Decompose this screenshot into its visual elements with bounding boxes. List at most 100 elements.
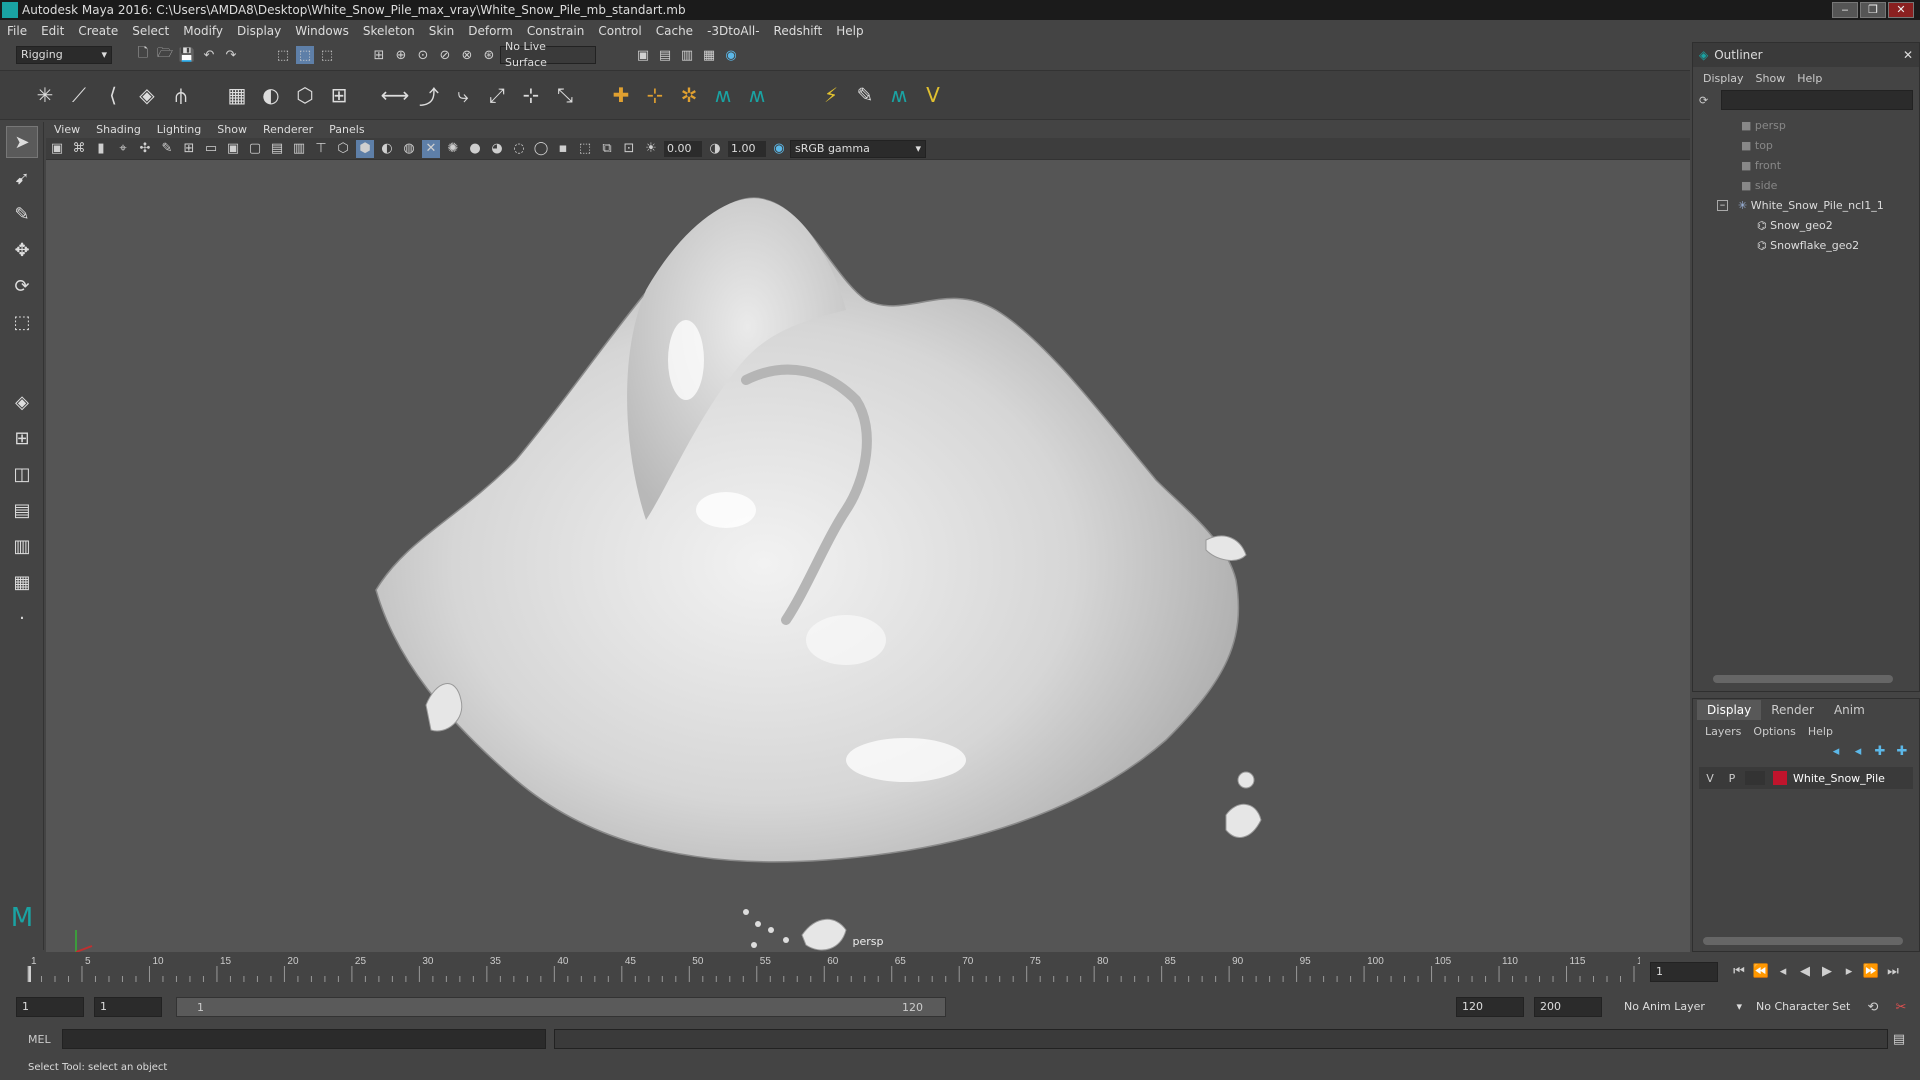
outliner-item-snowflake-geo[interactable]: ⌬ Snowflake_geo2	[1701, 235, 1911, 255]
scale-constraint-icon[interactable]: ⤢	[483, 81, 511, 109]
play-backwards-icon[interactable]: ◀	[1796, 962, 1814, 980]
outliner-item-snow-geo[interactable]: ⌬ Snow_geo2	[1701, 215, 1911, 235]
view-transform-dropdown[interactable]: sRGB gamma ▾	[790, 139, 926, 158]
menu-modify[interactable]: Modify	[176, 24, 230, 38]
snowflake-chunk[interactable]	[1237, 771, 1255, 789]
render-frame-icon[interactable]: ▤	[656, 46, 674, 64]
undo-icon[interactable]: ↶	[200, 46, 218, 64]
exposure-icon[interactable]: ☀	[642, 140, 660, 158]
anim-layer-dropdown[interactable]: No Anim Layer ▾	[1620, 998, 1746, 1016]
maya-script-icon-3[interactable]: ʍ	[885, 81, 913, 109]
tab-display[interactable]: Display	[1697, 700, 1762, 720]
maya-script-icon-2[interactable]: ʍ	[743, 81, 771, 109]
menu-3dtoall[interactable]: -3DtoAll-	[700, 24, 766, 38]
snow-pile-model[interactable]	[46, 160, 1690, 952]
open-scene-icon[interactable]: 🗁	[156, 46, 174, 64]
step-forward-key-icon[interactable]: ⏩	[1862, 962, 1880, 980]
layer-visibility-toggle[interactable]: V	[1699, 772, 1721, 785]
time-ruler[interactable]: 1 5 10 15 20 25 30 35 40 45 50 55 60 65 70 75 80 85 90 95 10…	[0, 952, 1640, 988]
snowflake-chunk[interactable]	[1225, 803, 1262, 838]
insert-joint-icon[interactable]: ◈	[133, 81, 161, 109]
outliner-item-top[interactable]: ■ top	[1701, 135, 1911, 155]
command-input[interactable]	[62, 1029, 546, 1049]
play-forwards-icon[interactable]: ▶	[1818, 962, 1836, 980]
wireframe-icon[interactable]: ⬡	[334, 140, 352, 158]
safe-title-icon[interactable]: ⊤	[312, 140, 330, 158]
new-layer-selected-icon[interactable]: ✚	[1893, 742, 1911, 760]
layer-menu-layers[interactable]: Layers	[1699, 725, 1747, 738]
character-set-dropdown[interactable]: No Character Set	[1752, 998, 1870, 1016]
v-script-icon[interactable]: V	[919, 81, 947, 109]
menu-constrain[interactable]: Constrain	[520, 24, 592, 38]
smooth-shade-icon[interactable]: ⬢	[356, 139, 374, 158]
menu-help[interactable]: Help	[829, 24, 870, 38]
close-icon[interactable]: ✕	[1903, 48, 1913, 62]
step-back-frame-icon[interactable]: ◂	[1774, 962, 1792, 980]
menu-skeleton[interactable]: Skeleton	[356, 24, 422, 38]
outliner-menu-show[interactable]: Show	[1750, 72, 1792, 85]
ik-spline-icon[interactable]: ⟨	[99, 81, 127, 109]
animation-start-field[interactable]: 1	[16, 997, 84, 1017]
tab-render[interactable]: Render	[1761, 700, 1824, 720]
ik-handle-icon[interactable]: ⟋	[65, 81, 93, 109]
layout-single-icon[interactable]: ◈	[6, 386, 38, 418]
menu-cache[interactable]: Cache	[649, 24, 700, 38]
outliner-search-input[interactable]	[1721, 90, 1913, 110]
layer-scrollbar[interactable]	[1703, 937, 1903, 945]
layout-more-icon[interactable]: ·	[6, 602, 38, 634]
select-hierarchy-icon[interactable]: ⬚	[274, 46, 292, 64]
current-frame-field[interactable]: 1	[1650, 962, 1718, 982]
aim-constraint-icon[interactable]: ⊹	[517, 81, 545, 109]
go-to-start-icon[interactable]: ⏮	[1730, 962, 1748, 980]
maya-script-icon-1[interactable]: ʍ	[709, 81, 737, 109]
lasso-tool-icon[interactable]: ➹	[6, 162, 38, 194]
ambient-occlusion-icon[interactable]: ◕	[488, 140, 506, 158]
cluster-icon[interactable]: ⊞	[325, 81, 353, 109]
joint-tool-icon[interactable]: ✳	[31, 81, 59, 109]
camera-lock-icon[interactable]: ⌘	[70, 140, 88, 158]
point-constraint-icon[interactable]: ⤴	[415, 81, 443, 109]
layout-two-icon[interactable]: ◫	[6, 458, 38, 490]
motion-blur-icon[interactable]: ◌	[510, 140, 528, 158]
mirror-joint-icon[interactable]: ⫛	[167, 81, 195, 109]
viewport-menu-lighting[interactable]: Lighting	[149, 123, 209, 136]
viewport-menu-view[interactable]: View	[46, 123, 88, 136]
depth-of-field-icon[interactable]: ▪	[554, 140, 572, 158]
lattice-icon[interactable]: ⬡	[291, 81, 319, 109]
menu-edit[interactable]: Edit	[34, 24, 71, 38]
gamma-icon[interactable]: ◑	[706, 140, 724, 158]
snap-point-icon[interactable]: ⊙	[414, 46, 432, 64]
gate-mask-icon[interactable]: ▢	[246, 140, 264, 158]
layer-menu-options[interactable]: Options	[1747, 725, 1801, 738]
grid-icon[interactable]: ⊞	[180, 140, 198, 158]
outliner-item-persp[interactable]: ■ persp	[1701, 115, 1911, 135]
playback-start-field[interactable]: 1	[94, 997, 162, 1017]
save-scene-icon[interactable]: 💾	[178, 46, 196, 64]
isolate-select-icon[interactable]: ⬚	[576, 140, 594, 158]
go-to-end-icon[interactable]: ⏭	[1884, 962, 1902, 980]
preferences-icon[interactable]: ✂	[1892, 998, 1910, 1016]
orient-constraint-icon[interactable]: ⤷	[449, 81, 477, 109]
layer-color-swatch[interactable]	[1773, 771, 1787, 785]
range-bar[interactable]: 1 120	[176, 997, 946, 1017]
layout-outliner-icon[interactable]: ▤	[6, 494, 38, 526]
viewport-panel[interactable]: View Shading Lighting Show Renderer Pane…	[46, 120, 1690, 952]
menu-select[interactable]: Select	[125, 24, 176, 38]
snap-surface-icon[interactable]: ⊗	[458, 46, 476, 64]
select-object-icon[interactable]: ⬚	[296, 46, 314, 64]
bookmark-icon[interactable]: ▮	[92, 140, 110, 158]
render-settings-icon[interactable]: ▦	[700, 46, 718, 64]
parent-constraint-icon[interactable]: ⟷	[381, 81, 410, 109]
snap-curve-icon[interactable]: ⊕	[392, 46, 410, 64]
time-slider[interactable]: 1 5 10 15 20 25 30 35 40 45 50 55 60 65 70 75 80 85 90 95 10…	[0, 952, 1920, 988]
pole-vector-icon[interactable]: ⤡	[551, 81, 579, 109]
two-d-pan-icon[interactable]: ✣	[136, 140, 154, 158]
move-tool-icon[interactable]: ✥	[6, 234, 38, 266]
xray-joints-icon[interactable]: ⧉	[598, 140, 616, 158]
safe-action-icon[interactable]: ▥	[290, 140, 308, 158]
viewport-menu-shading[interactable]: Shading	[88, 123, 149, 136]
refresh-icon[interactable]: ⟳	[1699, 94, 1715, 107]
script-tool-icon[interactable]: ⚡	[817, 81, 845, 109]
menu-redshift[interactable]: Redshift	[767, 24, 830, 38]
menu-file[interactable]: File	[0, 24, 34, 38]
